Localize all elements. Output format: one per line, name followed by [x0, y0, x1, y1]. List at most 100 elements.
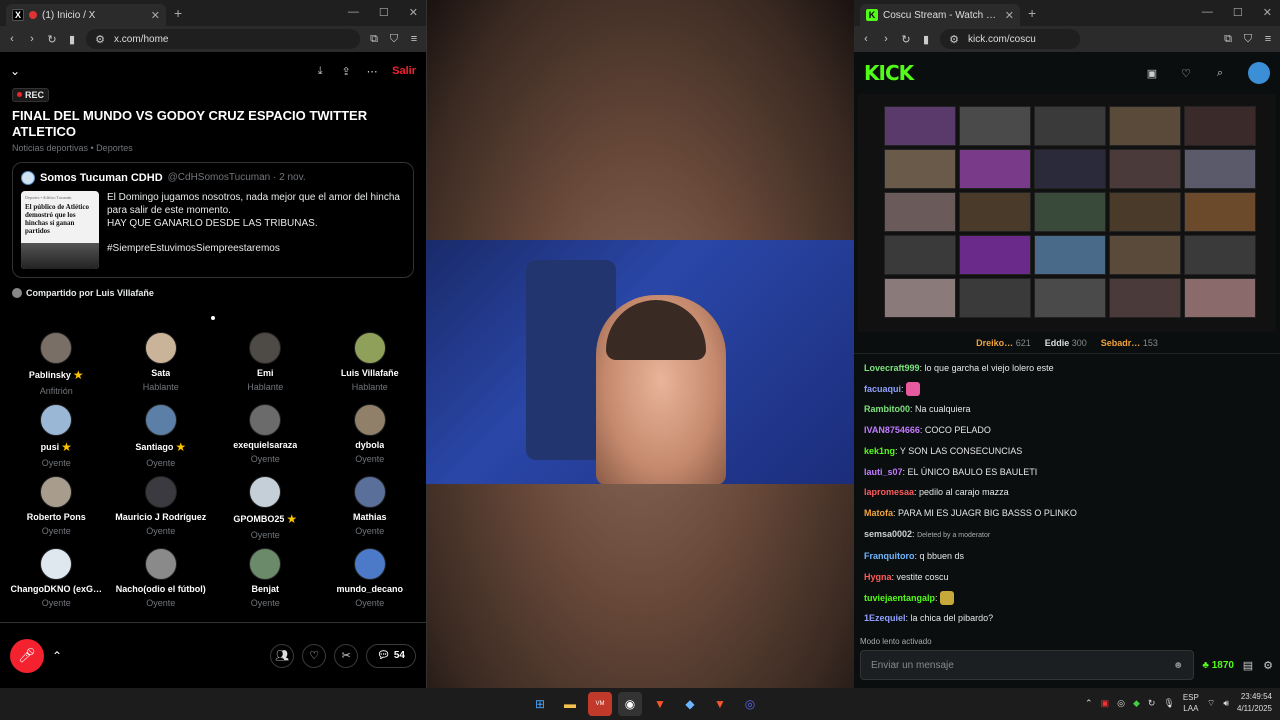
pinned-tweet[interactable]: Somos Tucuman CDHD @CdHSomosTucuman · 2 …	[12, 161, 414, 278]
minimize-space-icon[interactable]: ⤓	[314, 65, 326, 78]
mic-tray-icon[interactable]: 🎙︎	[1163, 698, 1174, 709]
chat-username[interactable]: Hygna	[864, 572, 892, 582]
chat-username[interactable]: kek1ng	[864, 446, 895, 456]
participant[interactable]: Sata Hablante	[109, 331, 214, 396]
participant[interactable]: Mathias Oyente	[318, 475, 423, 540]
clock[interactable]: 23:49:54 4/11/2025	[1237, 691, 1272, 715]
tweet-hashtag[interactable]: #SiempreEstuvimosSiempreestaremos	[107, 242, 405, 255]
file-explorer-icon[interactable]: ▬	[558, 692, 582, 716]
address-bar[interactable]: ⚙ x.com/home	[86, 29, 360, 49]
back-icon[interactable]: ‹	[6, 33, 18, 45]
menu-icon[interactable]: ≡	[1262, 33, 1274, 45]
forward-icon[interactable]: ›	[880, 33, 892, 45]
chat-username[interactable]: Franquitoro	[864, 551, 915, 561]
store-icon[interactable]: ▣	[1146, 67, 1158, 80]
chat-username[interactable]: Matofa	[864, 508, 893, 518]
participant[interactable]: Benjat Oyente	[213, 547, 318, 612]
participant[interactable]: Luis Villafañe Hablante	[318, 331, 423, 396]
tweet-image[interactable]: Deportes • Atlético Tucumán El público d…	[21, 190, 99, 269]
close-tab-icon[interactable]: ✕	[151, 9, 160, 22]
expand-chevron-icon[interactable]: ⌃	[52, 649, 62, 663]
participant[interactable]: Roberto Pons Oyente	[4, 475, 109, 540]
bookmark-icon[interactable]: ▮	[920, 33, 932, 46]
chat-username[interactable]: IVAN8754666	[864, 425, 920, 435]
co-host[interactable]: Sebadr… 153	[1101, 338, 1158, 348]
brave-icon[interactable]: ▼	[648, 692, 672, 716]
clip-button[interactable]: ✂	[334, 643, 359, 668]
tray-overflow-icon[interactable]: ⌃	[1085, 698, 1093, 709]
site-info-icon[interactable]: ⚙	[948, 33, 960, 46]
language-indicator[interactable]: ESP LAA	[1183, 692, 1199, 714]
chat-username[interactable]: 1Ezequiel	[864, 613, 906, 623]
participant[interactable]: Emi Hablante	[213, 331, 318, 396]
participant[interactable]: Mauricio J Rodríguez Oyente	[109, 475, 214, 540]
user-avatar[interactable]	[1248, 62, 1270, 84]
participant[interactable]: Nacho(odio el fútbol) Oyente	[109, 547, 214, 612]
minimize-icon[interactable]: —	[348, 6, 359, 19]
forward-icon[interactable]: ›	[26, 33, 38, 45]
tab-kick[interactable]: K Coscu Stream - Watch Live on Kick ✕	[860, 4, 1020, 26]
maximize-icon[interactable]: ☐	[1233, 6, 1243, 19]
tray-app-icon[interactable]: ↻	[1148, 698, 1156, 709]
extension-icon[interactable]: ⧉	[368, 33, 380, 46]
people-button[interactable]: 👥︎	[270, 643, 295, 668]
participant[interactable]: Santiago ★ Oyente	[109, 403, 214, 468]
close-window-icon[interactable]: ✕	[409, 6, 418, 19]
reload-icon[interactable]: ↻	[900, 33, 912, 46]
stream-video[interactable]	[858, 94, 1276, 332]
maximize-icon[interactable]: ☐	[379, 6, 389, 19]
brave-beta-icon[interactable]: ▼	[708, 692, 732, 716]
chat-username[interactable]: lauti_s07	[864, 467, 903, 477]
wifi-icon[interactable]: ⌔	[1207, 698, 1215, 709]
copilot-icon[interactable]: ◆	[678, 692, 702, 716]
participant[interactable]: GPOMBO25 ★ Oyente	[213, 475, 318, 540]
bookmark-icon[interactable]: ▮	[66, 33, 78, 46]
back-icon[interactable]: ‹	[860, 33, 872, 45]
tray-app-icon[interactable]: ◎	[1117, 698, 1125, 709]
co-host[interactable]: Dreiko… 621	[976, 338, 1031, 348]
comments-button[interactable]: 💬︎ 54	[366, 643, 416, 668]
new-tab-button[interactable]: +	[1028, 5, 1036, 21]
participant[interactable]: ChangoDKNO (exG… Oyente	[4, 547, 109, 612]
shield-icon[interactable]: ⛉	[388, 33, 400, 46]
participant[interactable]: dybola Oyente	[318, 403, 423, 468]
volume-icon[interactable]: 🔊︎	[1223, 698, 1229, 709]
mic-off-button[interactable]: 🎤︎	[10, 638, 44, 673]
more-options-icon[interactable]: ⋯	[366, 65, 378, 78]
new-tab-button[interactable]: +	[174, 5, 182, 21]
channel-points[interactable]: ♣ 1870	[1202, 660, 1234, 671]
chat-username[interactable]: Rambito00	[864, 404, 910, 414]
address-bar[interactable]: ⚙ kick.com/coscu	[940, 29, 1080, 49]
participant[interactable]: exequielsaraza Oyente	[213, 403, 318, 468]
close-window-icon[interactable]: ✕	[1263, 6, 1272, 19]
chat-settings-icon[interactable]: ⚙	[1262, 659, 1274, 672]
leave-button[interactable]: Salir	[392, 65, 416, 77]
chat-input[interactable]: Enviar un mensaje ☻	[860, 650, 1195, 680]
chat-username[interactable]: semsa0002	[864, 529, 912, 539]
emoji-icon[interactable]: ☻	[1173, 660, 1184, 671]
windows-start-icon[interactable]: ⊞	[528, 692, 552, 716]
minimize-icon[interactable]: —	[1202, 6, 1213, 19]
menu-icon[interactable]: ≡	[408, 33, 420, 45]
chat-username[interactable]: tuviejaentangalp	[864, 593, 935, 603]
site-info-icon[interactable]: ⚙	[94, 33, 106, 46]
co-host[interactable]: Eddie 300	[1045, 338, 1087, 348]
participant[interactable]: Pablinsky ★ Anfitrión	[4, 331, 109, 396]
react-button[interactable]: ♡	[302, 643, 327, 668]
chat-rules-icon[interactable]: ▤	[1242, 659, 1254, 672]
kick-logo[interactable]: KICK	[864, 61, 914, 85]
chat-username[interactable]: Lovecraft999	[864, 363, 920, 373]
participant[interactable]: pusi ★ Oyente	[4, 403, 109, 468]
chat-username[interactable]: lapromesaa	[864, 487, 914, 497]
share-icon[interactable]: ⇪	[340, 65, 352, 78]
participant[interactable]: mundo_decano Oyente	[318, 547, 423, 612]
search-icon[interactable]: ⌕	[1214, 67, 1226, 80]
discord-icon[interactable]: ◎	[738, 692, 762, 716]
tray-app-icon[interactable]: ◆	[1133, 698, 1140, 709]
close-tab-icon[interactable]: ✕	[1005, 9, 1014, 22]
collapse-chevron-icon[interactable]: ⌄	[10, 64, 20, 78]
reload-icon[interactable]: ↻	[46, 33, 58, 46]
chat-username[interactable]: facuaqui	[864, 384, 901, 394]
extension-icon[interactable]: ⧉	[1222, 33, 1234, 46]
shield-icon[interactable]: ⛉	[1242, 33, 1254, 46]
